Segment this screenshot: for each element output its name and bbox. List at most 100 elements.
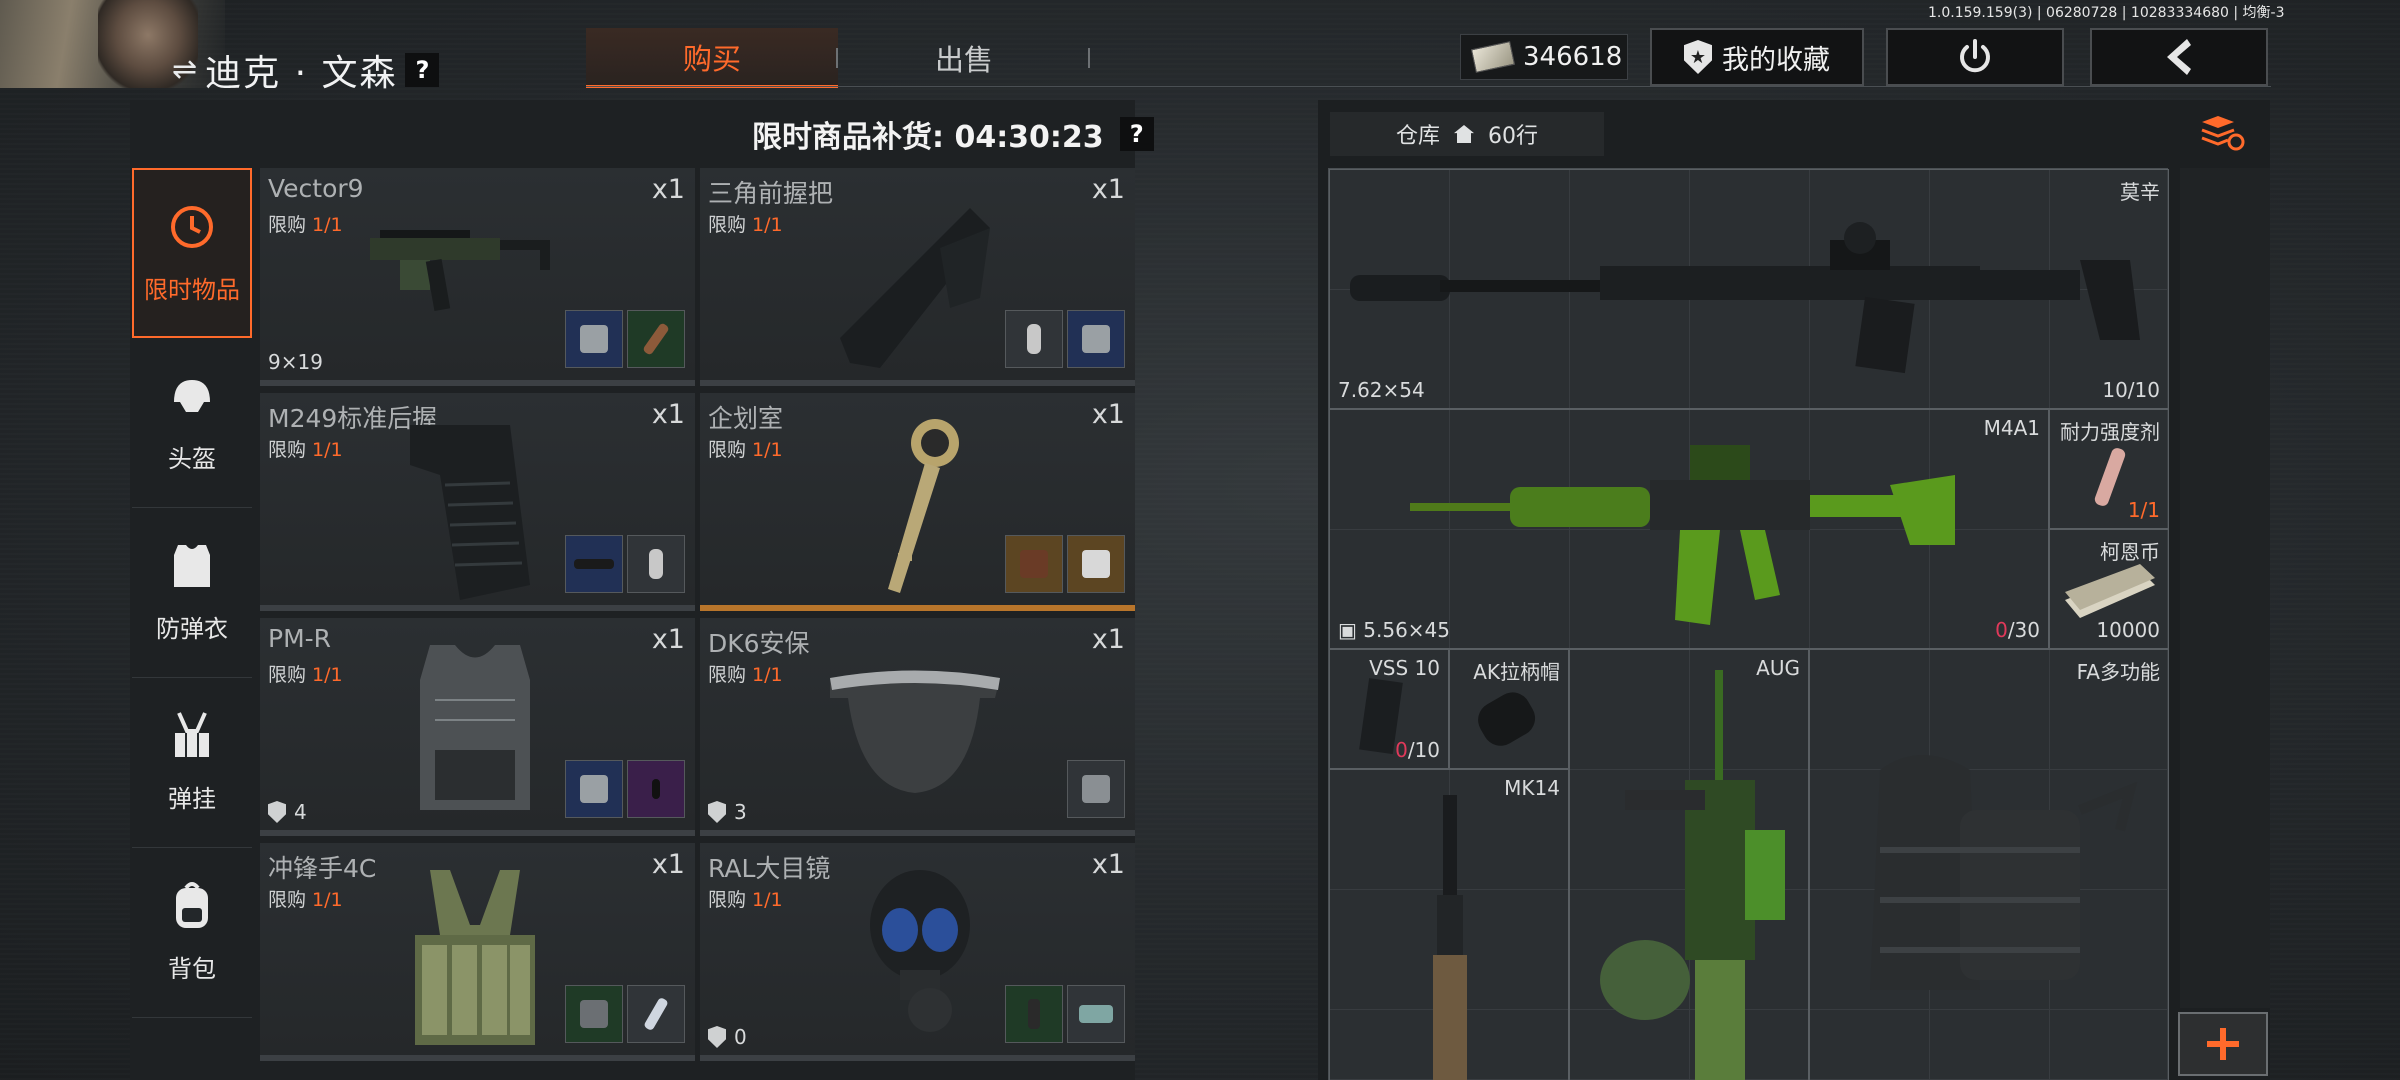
item-qty: x1 (1091, 399, 1125, 430)
bag-variant-icon[interactable] (1067, 310, 1125, 368)
bag-variant-icon[interactable] (565, 760, 623, 818)
cash-stack-image (2065, 564, 2155, 618)
storage-item-ak-charging-cap[interactable]: AK拉柄帽 (1449, 649, 1569, 769)
flashlight-variant-icon[interactable] (1005, 985, 1063, 1043)
canister-variant-icon[interactable] (627, 535, 685, 593)
cash-icon (1470, 41, 1516, 73)
shop-item-assault-rig[interactable]: 冲锋手4C x1 限购 1/1 (260, 843, 695, 1061)
sight-variant-icon[interactable] (565, 535, 623, 593)
plus-icon (2207, 1028, 2239, 1060)
sort-stack-icon[interactable] (2198, 112, 2248, 156)
shop-item-planning-room-key[interactable]: 企划室 x1 限购 1/1 (700, 393, 1135, 611)
item-limit: 限购 1/1 (268, 435, 343, 462)
crate-variant-icon[interactable] (1005, 535, 1063, 593)
shop-item-pmr-vest[interactable]: PM-R x1 限购 1/1 4 (260, 618, 695, 836)
limit-value: 1/1 (312, 439, 343, 461)
angled-grip-image (840, 208, 990, 368)
item-name: 耐力强度剂 (2060, 420, 2160, 444)
item-count: 1/1 (2127, 498, 2160, 522)
knife-variant-icon[interactable] (627, 310, 685, 368)
tab-buy[interactable]: 购买 (586, 28, 838, 88)
syringe-variant-icon[interactable] (627, 985, 685, 1043)
chip-variant-icon[interactable] (1067, 985, 1125, 1043)
canister-variant-icon[interactable] (1005, 310, 1063, 368)
item-limit: 限购 1/1 (268, 210, 343, 237)
backpack-icon (167, 881, 217, 931)
storage-item-durability-injector[interactable]: 耐力强度剂 1/1 (2049, 409, 2169, 529)
utility-pouch-image (1870, 755, 2138, 990)
power-icon (1960, 39, 1990, 73)
category-label: 背包 (168, 955, 216, 983)
limit-value: 1/1 (312, 889, 343, 911)
storage-rows: 60行 (1488, 124, 1538, 149)
item-variants (1005, 310, 1125, 368)
restock-timer: 限时商品补货: 04:30:23 ? (752, 112, 1154, 156)
ammo-count: 0/30 (1995, 618, 2040, 642)
shop-item-angled-grip[interactable]: 三角前握把 x1 限购 1/1 (700, 168, 1135, 386)
item-variants (1005, 985, 1125, 1043)
category-vest[interactable]: 防弹衣 (132, 508, 252, 678)
storage-item-aug[interactable]: AUG (1569, 649, 1809, 1080)
shop-item-dk6-helmet[interactable]: DK6安保 x1 限购 1/1 3 (700, 618, 1135, 836)
trader-header: ⇌ 迪克 · 文森 ? (172, 44, 440, 96)
add-button[interactable] (2178, 1012, 2268, 1076)
armor-value: 3 (734, 800, 747, 824)
storage-item-koen-coin[interactable]: 柯恩币 10000 (2049, 529, 2169, 649)
clock-icon (167, 202, 217, 252)
shield-icon (708, 801, 726, 823)
limit-label: 限购 (268, 439, 307, 461)
plate-variant-icon[interactable] (1067, 760, 1125, 818)
body-armor-image (420, 645, 530, 810)
storage-item-m4a1[interactable]: M4A1 ▣ 5.56×45 0/30 (1329, 409, 2049, 649)
vest-icon (167, 541, 217, 591)
item-name: MK14 (1504, 776, 1560, 800)
bag-variant-icon[interactable] (565, 310, 623, 368)
storage-item-mk14[interactable]: MK14 (1329, 769, 1569, 1080)
category-label: 头盔 (168, 445, 216, 473)
item-name: DK6安保 (708, 629, 810, 658)
shop-item-m249-grip[interactable]: M249标准后握 x1 限购 1/1 (260, 393, 695, 611)
home-icon (1454, 125, 1474, 143)
trader-help-button[interactable]: ? (405, 53, 440, 87)
pouch-variant-icon[interactable] (565, 985, 623, 1043)
limit-value: 1/1 (312, 214, 343, 236)
restock-label: 限时商品补货: 04:30:23 (752, 120, 1104, 155)
armor-value: 4 (294, 800, 307, 824)
device-variant-icon[interactable] (1067, 535, 1125, 593)
limit-label: 限购 (268, 664, 307, 686)
power-button[interactable] (1886, 28, 2064, 86)
limit-value: 1/1 (752, 214, 783, 236)
storage-item-fa-multipurpose[interactable]: FA多功能 (1809, 649, 2169, 1080)
storage-item-mosin[interactable]: 莫辛 7.62×54 10/10 (1329, 169, 2169, 409)
ammo-current: 0 (1395, 738, 1408, 762)
mosin-rifle-image (1350, 222, 2140, 374)
limit-label: 限购 (708, 214, 747, 236)
category-label: 限时物品 (144, 275, 240, 304)
storage-grid: 莫辛 7.62×54 10/10 M4A1 ▣ 5.56×45 0/30 耐力强… (1328, 168, 2169, 1080)
storage-item-vss-magazine[interactable]: VSS 10 0/10 (1329, 649, 1449, 769)
armor-level: 4 (268, 800, 307, 824)
category-backpack[interactable]: 背包 (132, 848, 252, 1018)
back-button[interactable] (2090, 28, 2268, 86)
swap-trader-icon[interactable]: ⇌ (172, 55, 197, 85)
category-helmet[interactable]: 头盔 (132, 338, 252, 508)
favorites-button[interactable]: ★ 我的收藏 (1650, 28, 1864, 86)
category-limited[interactable]: 限时物品 (132, 168, 252, 338)
item-variants (1067, 760, 1125, 818)
item-qty: x1 (651, 399, 685, 430)
restock-help-button[interactable]: ? (1119, 117, 1154, 151)
caliber-text: 5.56×45 (1363, 618, 1451, 642)
trader-name: 迪克 · 文森 (205, 53, 398, 94)
trade-tabs: 购买 出售 (586, 28, 1090, 88)
item-name: Vector9 (268, 174, 364, 203)
category-chest-rig[interactable]: 弹挂 (132, 678, 252, 848)
device-variant-icon[interactable] (627, 760, 685, 818)
ammo-max: /30 (2007, 618, 2040, 642)
shop-item-vector9[interactable]: Vector9 x1 限购 1/1 9×19 (260, 168, 695, 386)
limit-label: 限购 (268, 214, 307, 236)
back-arrow-icon (2167, 39, 2191, 75)
ammo-count: 0/10 (1395, 738, 1440, 762)
tab-sell[interactable]: 出售 (838, 28, 1090, 88)
shop-item-ral-goggles[interactable]: RAL大目镜 x1 限购 1/1 0 (700, 843, 1135, 1061)
storage-tab[interactable]: 仓库 60行 (1330, 112, 1604, 156)
